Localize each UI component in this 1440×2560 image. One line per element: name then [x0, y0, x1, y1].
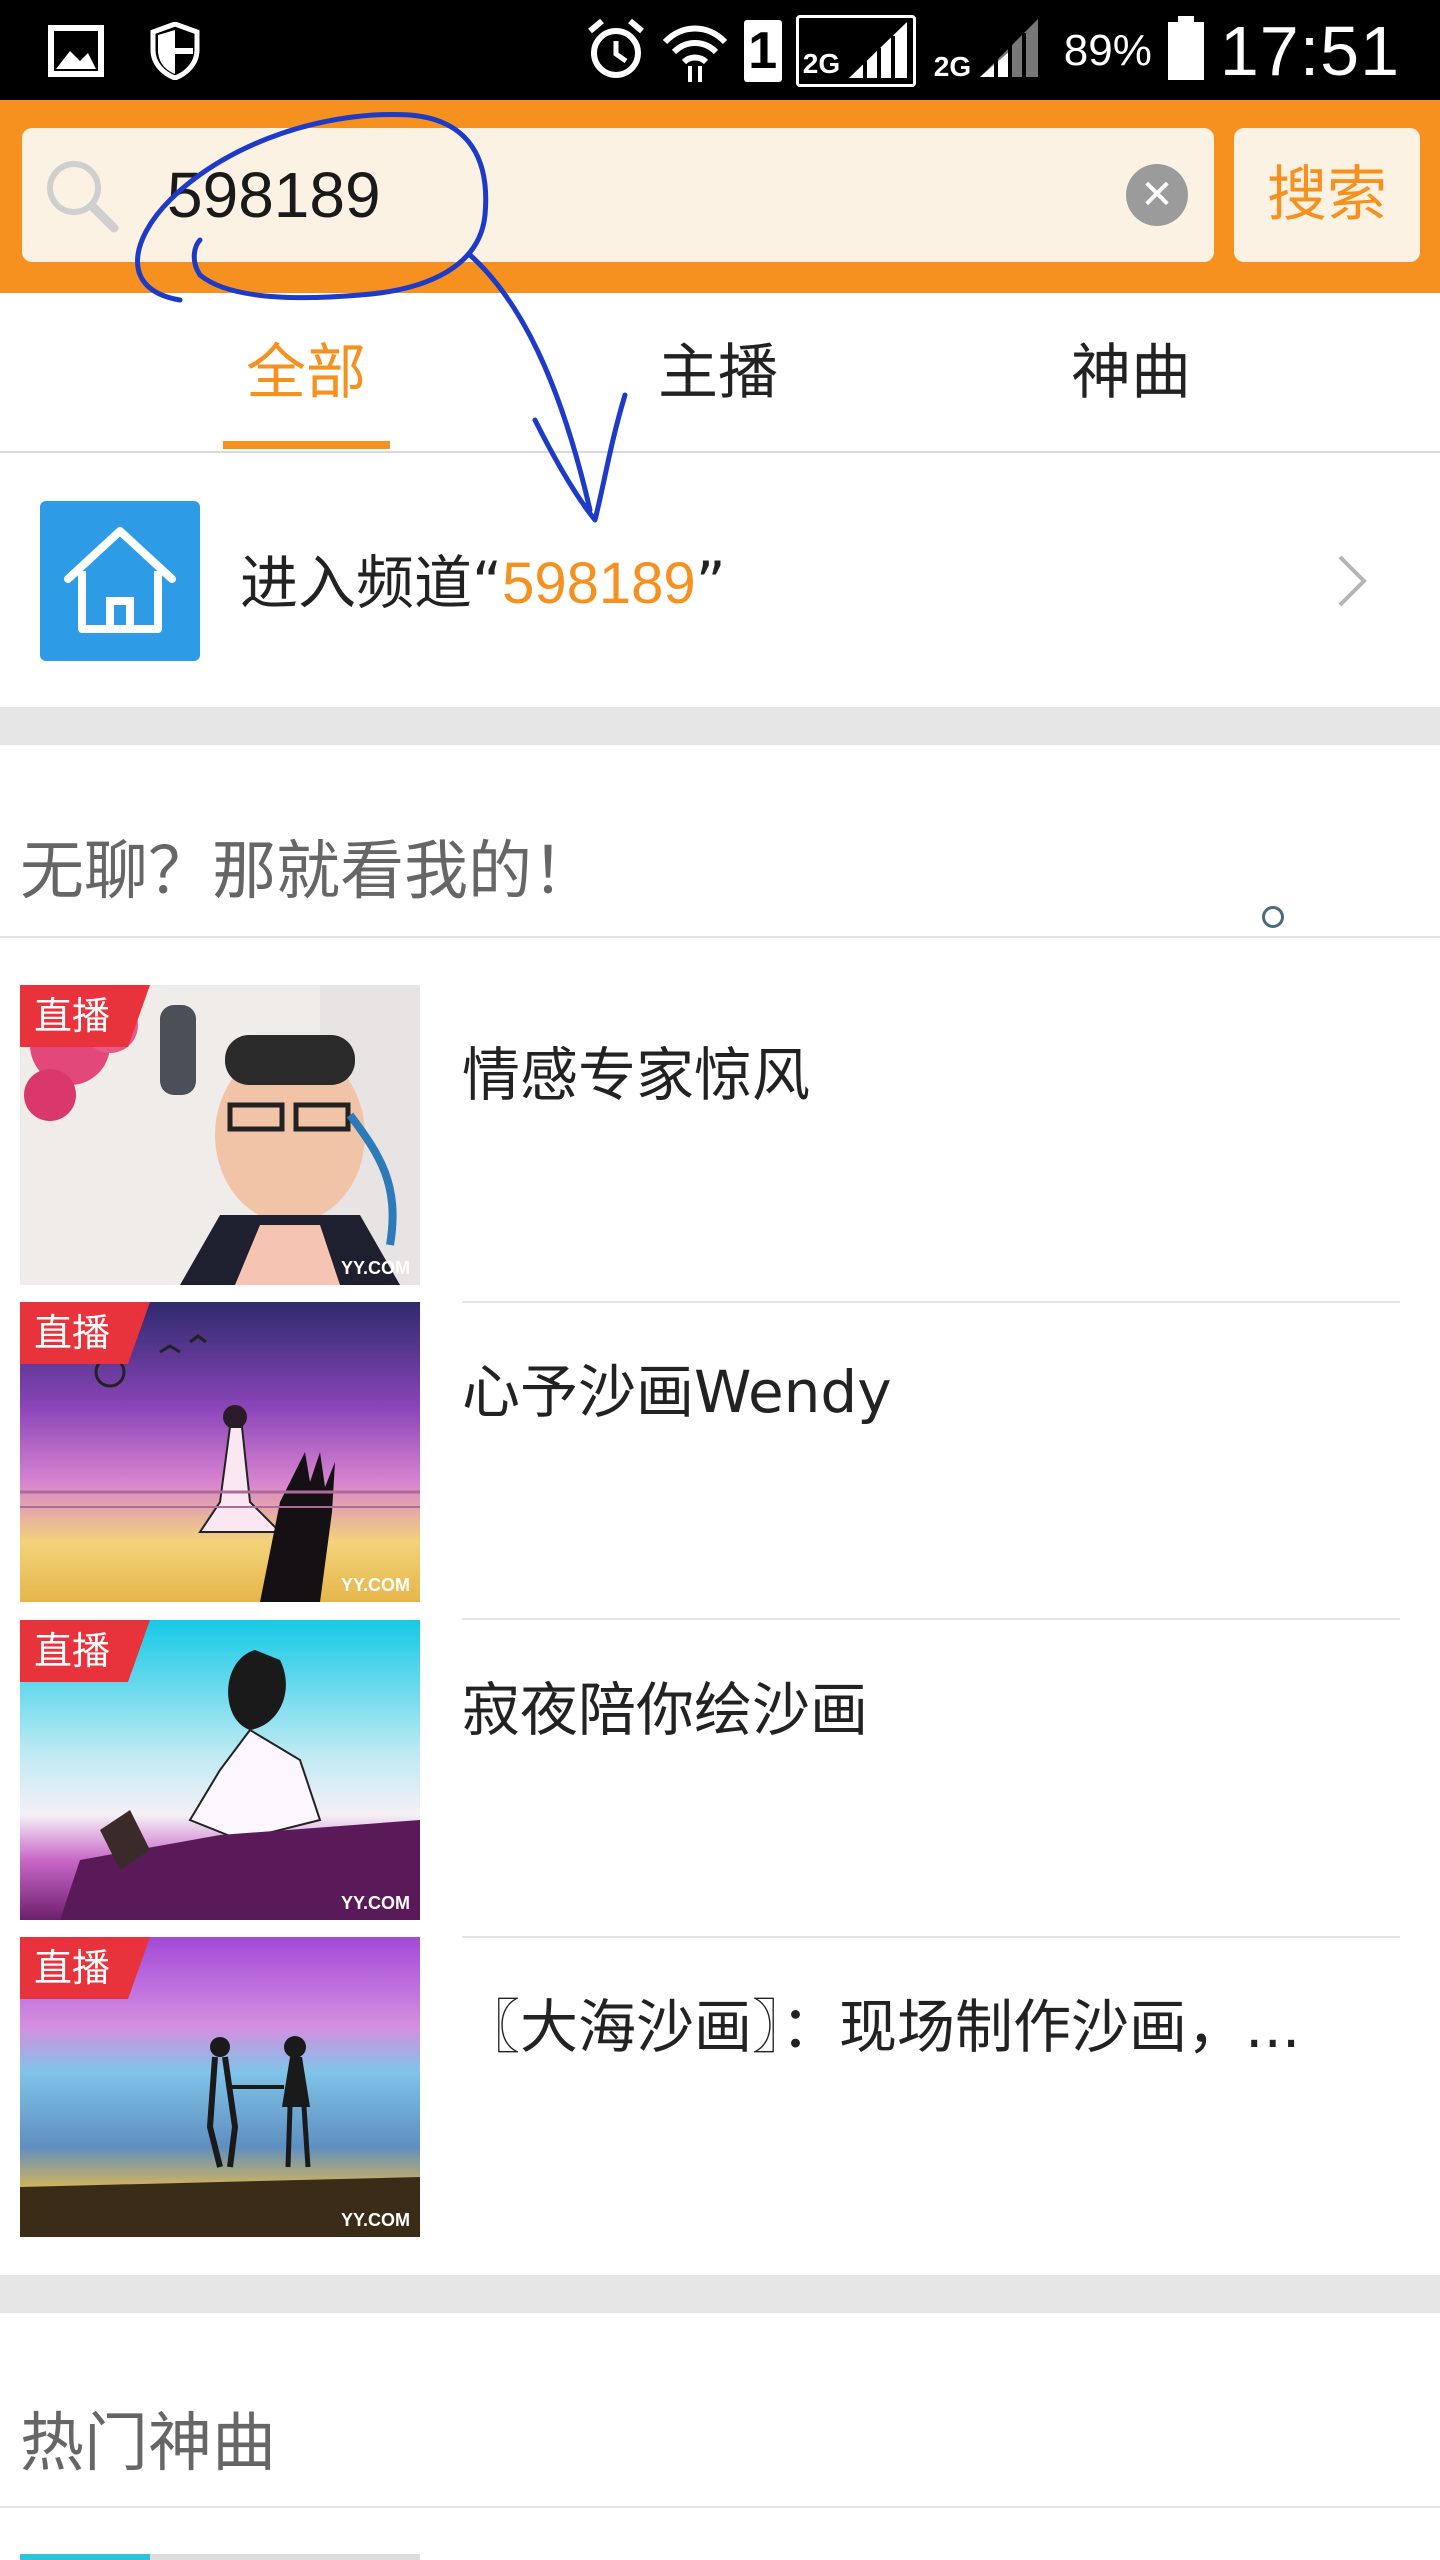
list-item[interactable]: 直播 YY.COM 寂夜陪你绘沙画 [0, 1620, 1440, 1938]
recommend-section-title: 无聊？那就看我的！ [20, 835, 596, 909]
stream-thumbnail: 直播 YY.COM [20, 1302, 420, 1602]
search-header: 598189 ✕ 搜索 [0, 100, 1440, 293]
divider [0, 936, 1440, 938]
watermark: YY.COM [340, 1893, 410, 1913]
clear-icon[interactable]: ✕ [1126, 164, 1188, 226]
network-type-2: 2G [933, 51, 972, 82]
gallery-icon [48, 25, 104, 81]
clock: 17:51 [1219, 12, 1400, 90]
live-badge: 直播 [34, 1311, 111, 1355]
list-item[interactable]: 直播 YY.COM 心予沙画Wendy [0, 1302, 1440, 1620]
stream-title: 情感专家惊风 [462, 1041, 811, 1109]
divider [0, 2506, 1440, 2508]
search-button[interactable]: 搜索 [1234, 128, 1420, 262]
list-item[interactable]: 直播 YY.COM 〖大海沙画〗：现场制作沙画，... [0, 1937, 1440, 2237]
search-input[interactable]: 598189 ✕ [22, 128, 1214, 262]
battery-percent: 89% [1063, 26, 1152, 75]
live-badge: 直播 [34, 1946, 111, 1990]
status-bar: 1 2G 2G 89% 17:51 [0, 0, 1440, 100]
stream-thumbnail: 直播 YY.COM [20, 1937, 420, 2237]
tab-anchors[interactable]: 主播 [608, 293, 828, 453]
stream-title: 寂夜陪你绘沙画 [462, 1676, 869, 1744]
tab-bar: 全部 主播 神曲 [0, 293, 1440, 453]
next-item-preview [20, 2554, 150, 2560]
search-icon [42, 156, 122, 236]
tab-songs[interactable]: 神曲 [1021, 293, 1241, 453]
network-type-1: 2G [802, 48, 841, 79]
wifi-icon [660, 14, 730, 88]
enter-channel-row[interactable]: 进入频道“598189” [0, 455, 1440, 707]
signal-icon: 2G [930, 15, 1050, 87]
stream-thumbnail: 直播 YY.COM [20, 1620, 420, 1920]
watermark: YY.COM [340, 1575, 410, 1595]
chevron-right-icon [1320, 551, 1380, 611]
home-icon [40, 501, 200, 661]
shield-icon [150, 21, 200, 84]
search-query[interactable]: 598189 [167, 150, 381, 240]
signal-icon: 2G [795, 15, 916, 87]
watermark: YY.COM [340, 1258, 410, 1278]
stream-title: 〖大海沙画〗：现场制作沙画，... [462, 1993, 1301, 2061]
channel-id: 598189 [502, 551, 696, 616]
next-item-preview [150, 2554, 420, 2560]
section-divider [0, 2275, 1440, 2313]
stream-thumbnail: 直播 YY.COM [20, 985, 420, 1285]
sim-icon: 1 [743, 20, 782, 82]
battery-icon [1166, 16, 1206, 86]
watermark: YY.COM [340, 2210, 410, 2230]
hot-songs-section-title: 热门神曲 [20, 2407, 276, 2481]
alarm-icon [586, 17, 646, 85]
live-badge: 直播 [34, 1629, 111, 1673]
list-item[interactable]: 直播 YY.COM 情感专家惊风 [0, 985, 1440, 1303]
live-badge: 直播 [34, 994, 111, 1038]
tab-all[interactable]: 全部 [196, 293, 416, 453]
circle-indicator-icon [1262, 906, 1284, 928]
section-divider [0, 707, 1440, 745]
enter-channel-label: 进入频道“598189” [240, 549, 726, 617]
stream-title: 心予沙画Wendy [462, 1358, 892, 1426]
active-tab-indicator [223, 441, 390, 449]
